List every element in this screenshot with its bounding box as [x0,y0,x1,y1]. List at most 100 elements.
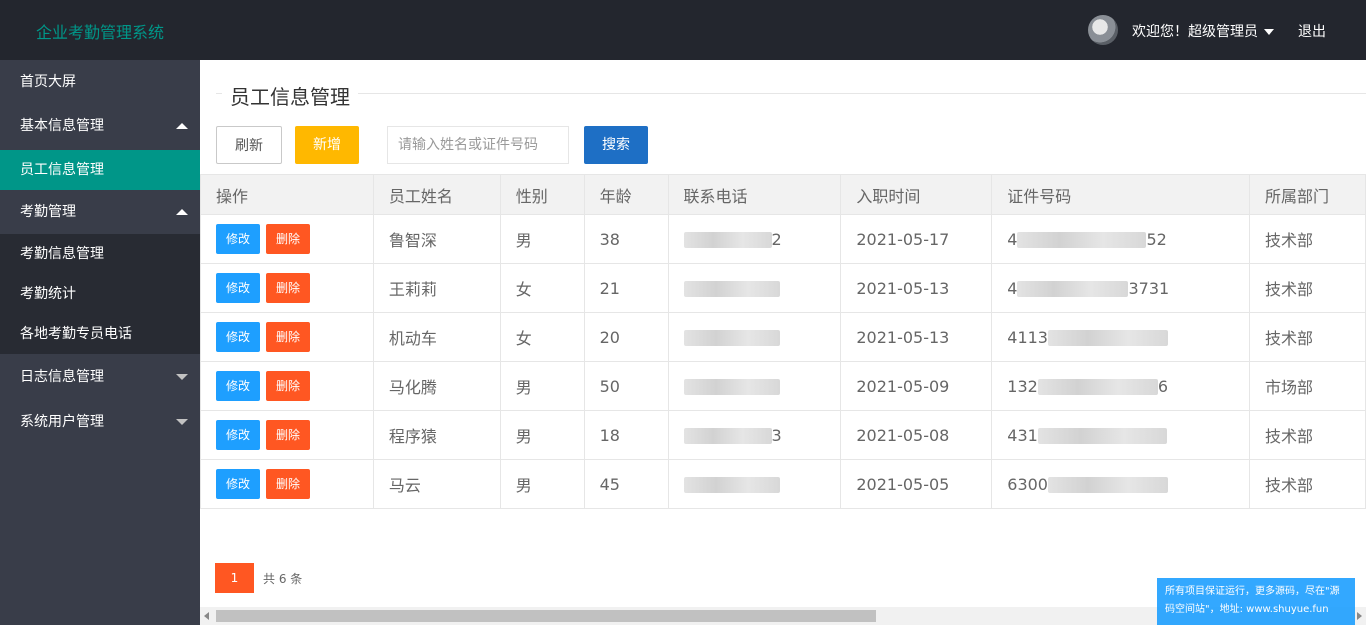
dept-cell: 技术部 [1249,263,1366,313]
top-header: 企业考勤管理系统 欢迎您！超级管理员 退出 [0,0,1366,60]
chevron-down-icon [1264,29,1274,35]
age-cell: 45 [583,459,669,509]
search-input[interactable] [387,126,569,164]
name-cell: 马云 [372,459,501,509]
phone-cell [667,459,842,509]
scroll-left-icon[interactable] [204,612,209,620]
date-cell: 2021-05-13 [840,263,993,313]
phone-cell: 2 [667,214,842,264]
redacted-blur [1017,232,1147,248]
delete-button[interactable]: 删除 [266,469,310,499]
dept-cell: 技术部 [1249,410,1366,460]
main-content: 员工信息管理 刷新 新增 搜索 操作 员工姓名 性别 年龄 联系电话 入职时间 … [200,60,1366,625]
gender-cell: 男 [499,410,585,460]
age-cell: 18 [583,410,669,460]
sidebar-group-basic-info[interactable]: 基本信息管理 [0,104,200,148]
table-header-row: 操作 员工姓名 性别 年龄 联系电话 入职时间 证件号码 所属部门 [200,174,1366,215]
col-header: 联系电话 [667,174,842,215]
id-cell: 6300 [991,459,1251,509]
attendance-submenu: 考勤信息管理 考勤统计 各地考勤专员电话 [0,234,200,354]
chevron-down-icon [176,374,188,380]
col-header: 员工姓名 [372,174,501,215]
chevron-up-icon [176,209,188,215]
redacted-blur [1047,477,1168,493]
date-cell: 2021-05-13 [840,312,993,362]
name-cell: 马化腾 [372,361,501,411]
edit-button[interactable]: 修改 [216,273,260,303]
col-header: 操作 [200,174,374,215]
ops-cell: 修改 删除 [200,459,374,509]
col-header: 所属部门 [1249,174,1366,215]
avatar[interactable] [1088,15,1118,45]
user-menu[interactable]: 欢迎您！超级管理员 [1132,21,1274,41]
sidebar: 首页大屏 基本信息管理 员工信息管理 考勤管理 考勤信息管理 考勤统计 各地考勤… [0,60,200,625]
gender-cell: 男 [499,361,585,411]
col-header: 年龄 [583,174,669,215]
add-button[interactable]: 新增 [295,126,359,164]
date-cell: 2021-05-17 [840,214,993,264]
page-button-current[interactable]: 1 [215,563,254,593]
redacted-blur [1047,330,1168,346]
date-cell: 2021-05-08 [840,410,993,460]
redacted-blur [683,428,772,444]
table-row: 修改 删除 机动车女 20 2021-05-13 4113 技术部 [200,312,1366,362]
redacted-blur [1037,428,1167,444]
table-row: 修改 删除 马化腾男 50 2021-05-09 132 6 市场部 [200,361,1366,411]
phone-cell [667,263,842,313]
refresh-button[interactable]: 刷新 [216,126,282,164]
id-cell: 431 [991,410,1251,460]
name-cell: 机动车 [372,312,501,362]
gender-cell: 女 [499,312,585,362]
gender-cell: 女 [499,263,585,313]
edit-button[interactable]: 修改 [216,420,260,450]
search-button[interactable]: 搜索 [584,126,648,164]
ops-cell: 修改 删除 [200,361,374,411]
sidebar-group-attendance[interactable]: 考勤管理 [0,190,200,234]
sidebar-item-attendance-stats[interactable]: 考勤统计 [0,274,200,314]
sidebar-group-users[interactable]: 系统用户管理 [0,400,200,444]
table-body: 修改 删除 鲁智深男 38 2 2021-05-17 4 52 技术部 修改 删除 王莉莉女 21 202… [200,214,1366,509]
redacted-blur [683,477,780,493]
sidebar-item-dashboard[interactable]: 首页大屏 [0,60,200,104]
edit-button[interactable]: 修改 [216,371,260,401]
delete-button[interactable]: 删除 [266,224,310,254]
id-cell: 132 6 [991,361,1251,411]
name-cell: 王莉莉 [372,263,501,313]
sidebar-item-employee-info[interactable]: 员工信息管理 [0,150,200,190]
chevron-up-icon [176,123,188,129]
logout-link[interactable]: 退出 [1298,21,1326,41]
delete-button[interactable]: 删除 [266,322,310,352]
ops-cell: 修改 删除 [200,214,374,264]
sidebar-group-logs[interactable]: 日志信息管理 [0,355,200,399]
dept-cell: 市场部 [1249,361,1366,411]
welcome-text: 欢迎您！超级管理员 [1132,24,1258,40]
gender-cell: 男 [499,459,585,509]
employee-table: 操作 员工姓名 性别 年龄 联系电话 入职时间 证件号码 所属部门 修改 删除 鲁智… [200,174,1366,509]
pager-total: 共 6 条 [263,572,303,586]
age-cell: 20 [583,312,669,362]
redacted-blur [683,379,780,395]
sidebar-item-attendance-contacts[interactable]: 各地考勤专员电话 [0,314,200,354]
sidebar-item-attendance-info[interactable]: 考勤信息管理 [0,234,200,274]
app-logo[interactable]: 企业考勤管理系统 [36,19,164,43]
page-title: 员工信息管理 [222,81,358,110]
age-cell: 50 [583,361,669,411]
scroll-right-icon[interactable] [1357,612,1362,620]
edit-button[interactable]: 修改 [216,224,260,254]
phone-cell: 3 [667,410,842,460]
edit-button[interactable]: 修改 [216,469,260,499]
delete-button[interactable]: 删除 [266,420,310,450]
id-cell: 4113 [991,312,1251,362]
delete-button[interactable]: 删除 [266,273,310,303]
gender-cell: 男 [499,214,585,264]
ops-cell: 修改 删除 [200,410,374,460]
col-header: 入职时间 [840,174,993,215]
edit-button[interactable]: 修改 [216,322,260,352]
scroll-thumb[interactable] [216,610,876,622]
delete-button[interactable]: 删除 [266,371,310,401]
chevron-down-icon [176,419,188,425]
redacted-blur [683,232,772,248]
id-cell: 4 52 [991,214,1251,264]
redacted-blur [683,281,780,297]
id-cell: 4 3731 [991,263,1251,313]
